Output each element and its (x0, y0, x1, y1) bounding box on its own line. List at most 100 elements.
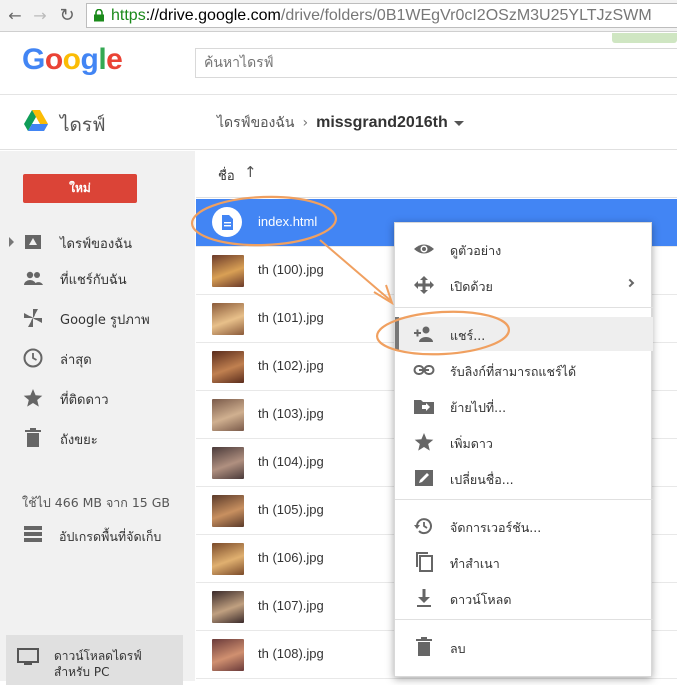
add-person-icon (414, 326, 433, 342)
image-thumbnail (212, 591, 244, 623)
document-icon (222, 215, 233, 230)
new-button[interactable]: ใหม่ (23, 174, 137, 203)
link-icon (413, 365, 435, 375)
shared-people-icon (24, 271, 43, 285)
menu-divider (395, 307, 653, 308)
column-name-header[interactable]: ชื่อ (218, 165, 235, 186)
pencil-icon (415, 470, 433, 486)
sidebar-item-recent[interactable]: ล่าสุด (0, 341, 195, 375)
menu-item-label: ทำสำเนา (450, 556, 500, 571)
menu-item-label: เพิ่มดาว (450, 436, 493, 451)
menu-item-share[interactable]: แชร์... (395, 317, 653, 351)
menu-item-make-copy[interactable]: ทำสำเนา (395, 545, 653, 579)
image-thumbnail (212, 639, 244, 671)
file-name: th (100).jpg (258, 262, 324, 277)
logo-letter: G (22, 43, 45, 76)
sidebar-item-label: Google รูปภาพ (60, 313, 150, 328)
download-icon (417, 589, 431, 607)
sidebar-item-trash[interactable]: ถังขยะ (0, 421, 195, 455)
logo-letter: l (98, 43, 107, 76)
menu-item-open-with[interactable]: เปิดด้วย (395, 268, 653, 302)
menu-item-label: แชร์... (450, 328, 486, 343)
file-name: th (108).jpg (258, 646, 324, 661)
back-icon[interactable]: ← (6, 7, 24, 25)
url-host: ://drive.google.com (145, 7, 281, 24)
image-thumbnail (212, 447, 244, 479)
menu-divider (395, 499, 653, 500)
menu-item-move-to[interactable]: ย้ายไปที่... (395, 389, 653, 423)
menu-item-label: รับลิงก์ที่สามารถแชร์ได้ (450, 364, 577, 379)
sidebar-item-label: ไดรฟ์ของฉัน (60, 237, 132, 252)
menu-item-label: เปิดด้วย (450, 279, 493, 294)
forward-icon[interactable]: → (31, 7, 49, 25)
eye-icon (414, 244, 434, 254)
chevron-right-icon (625, 278, 635, 288)
image-thumbnail (212, 351, 244, 383)
sidebar-item-my-drive[interactable]: ไดรฟ์ของฉัน (0, 225, 195, 259)
menu-item-remove[interactable]: ลบ (395, 630, 653, 664)
menu-item-manage-versions[interactable]: จัดการเวอร์ชัน... (395, 509, 653, 543)
file-name: th (101).jpg (258, 310, 324, 325)
sidebar-item-starred[interactable]: ที่ติดดาว (0, 381, 195, 415)
file-name: index.html (258, 214, 318, 229)
image-thumbnail (212, 255, 244, 287)
download-drive-pc-button[interactable]: ดาวน์โหลดไดรฟ์ สำหรับ PC (6, 635, 183, 685)
breadcrumb-current[interactable]: missgrand2016th (316, 114, 448, 131)
drive-title[interactable]: ไดรฟ์ (60, 110, 106, 140)
google-header: Google (0, 33, 677, 95)
address-bar[interactable]: https://drive.google.com/drive/folders/0… (86, 3, 677, 28)
menu-item-label: ย้ายไปที่... (450, 400, 507, 415)
sort-arrow-icon[interactable]: ↑ (244, 163, 257, 181)
chevron-down-icon[interactable] (453, 120, 464, 126)
search-input[interactable] (196, 49, 677, 77)
sidebar-item-shared[interactable]: ที่แชร์กับฉัน (0, 261, 195, 295)
menu-item-label: เปลี่ยนชื่อ... (450, 472, 514, 487)
context-menu: ดูตัวอย่างเปิดด้วยแชร์... รับลิงก์ที่สามา… (394, 222, 653, 677)
clock-icon (23, 348, 43, 368)
logo-letter: g (80, 43, 99, 76)
folder-move-icon (414, 400, 434, 414)
file-name: th (102).jpg (258, 358, 324, 373)
trash-icon (416, 637, 432, 656)
copy-icon (416, 552, 433, 572)
menu-item-download[interactable]: ดาวน์โหลด (395, 581, 653, 615)
drive-header: ไดรฟ์ ไดรฟ์ของฉัน › missgrand2016th (0, 96, 677, 150)
browser-toolbar: ← → ↻ https://drive.google.com/drive/fol… (0, 0, 677, 32)
sidebar-item-label: ถังขยะ (60, 433, 98, 448)
star-icon (23, 389, 43, 407)
google-logo[interactable]: Google (22, 43, 123, 77)
image-thumbnail (212, 495, 244, 527)
image-thumbnail (212, 399, 244, 431)
logo-letter: o (44, 43, 63, 76)
logo-letter: e (106, 43, 123, 76)
monitor-icon (17, 648, 39, 665)
file-name: th (107).jpg (258, 598, 324, 613)
lock-icon (94, 9, 104, 22)
trash-icon (25, 428, 41, 447)
menu-item-label: ลบ (450, 641, 466, 656)
url-scheme: https (111, 7, 146, 24)
menu-item-get-link[interactable]: รับลิงก์ที่สามารถแชร์ได้ (395, 353, 653, 387)
menu-item-preview[interactable]: ดูตัวอย่าง (395, 232, 653, 266)
drive-logo-icon (24, 110, 48, 131)
menu-item-rename[interactable]: เปลี่ยนชื่อ... (395, 461, 653, 495)
expand-arrow-icon[interactable] (9, 237, 14, 247)
breadcrumb-separator-icon: › (302, 115, 309, 131)
menu-item-add-star[interactable]: เพิ่มดาว (395, 425, 653, 459)
search-box[interactable] (195, 48, 677, 78)
sidebar: ใหม่ ไดรฟ์ของฉัน ที่แชร์กับฉัน Google รู… (0, 151, 195, 685)
storage-usage: ใช้ไป 466 MB จาก 15 GB (22, 495, 170, 510)
download-pc-line2: สำหรับ PC (54, 665, 110, 679)
storage-stack-icon (24, 526, 42, 542)
move-arrows-icon (414, 276, 434, 294)
upgrade-label: อัปเกรดพื้นที่จัดเก็บ (59, 529, 162, 544)
reload-icon[interactable]: ↻ (58, 7, 76, 25)
doc-icon-badge (212, 207, 242, 237)
file-name: th (104).jpg (258, 454, 324, 469)
account-strip (612, 33, 677, 43)
upgrade-storage-link[interactable]: อัปเกรดพื้นที่จัดเก็บ (22, 523, 192, 549)
sidebar-item-photos[interactable]: Google รูปภาพ (0, 301, 195, 335)
breadcrumb-root[interactable]: ไดรฟ์ของฉัน (217, 115, 295, 131)
menu-item-label: จัดการเวอร์ชัน... (450, 520, 542, 535)
url-path: /drive/folders/0B1WEgVr0cI2OSzM3U25YLTJz… (280, 7, 652, 24)
